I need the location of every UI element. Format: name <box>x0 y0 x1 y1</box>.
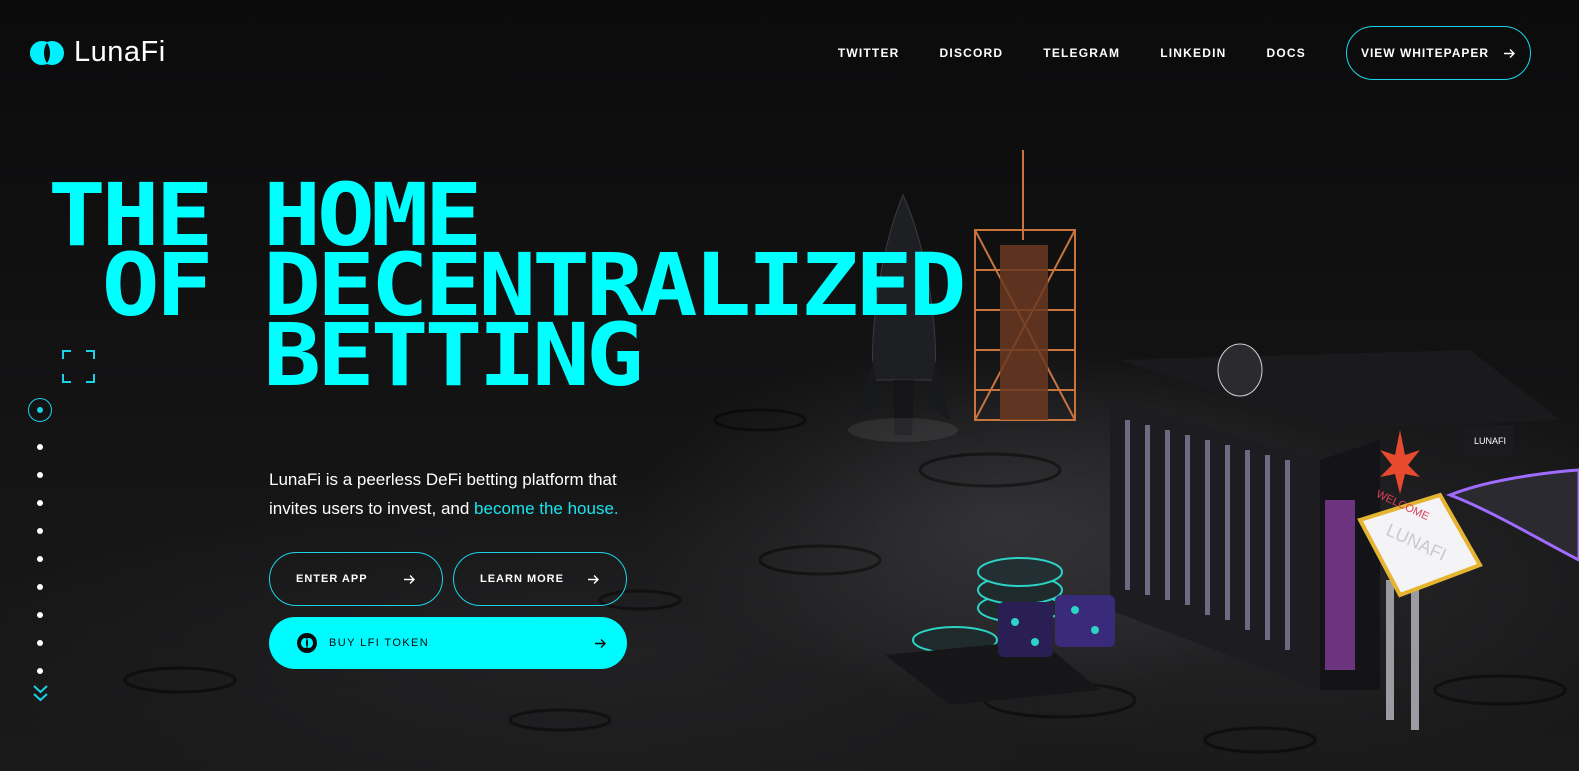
scroll-down-chevron-icon[interactable] <box>33 684 48 703</box>
lfi-token-icon <box>297 633 317 653</box>
enter-app-label: ENTER APP <box>296 573 368 585</box>
buy-lfi-token-label: BUY LFI TOKEN <box>329 637 430 649</box>
enter-app-button[interactable]: ENTER APP <box>269 552 443 606</box>
arrow-right-icon <box>404 574 415 584</box>
learn-more-label: LEARN MORE <box>480 573 564 585</box>
view-whitepaper-button[interactable]: VIEW WHITEPAPER <box>1346 26 1531 80</box>
nav-link-twitter[interactable]: TWITTER <box>838 46 900 60</box>
learn-more-button[interactable]: LEARN MORE <box>453 552 627 606</box>
arrow-right-icon <box>1504 48 1516 58</box>
pager-dot[interactable] <box>37 472 43 478</box>
pager-dot[interactable] <box>37 556 43 562</box>
pager-dot[interactable] <box>37 640 43 646</box>
brand-name: LunaFi <box>74 36 166 68</box>
section-pager <box>28 398 52 674</box>
buy-lfi-token-button[interactable]: BUY LFI TOKEN <box>269 617 627 669</box>
focus-bracket-icon <box>62 350 95 383</box>
hero-title: THE HOME OF DECENTRALIZED BETTING <box>48 172 967 399</box>
svg-text:LUNAFI: LUNAFI <box>1474 436 1506 446</box>
pager-dot[interactable] <box>37 528 43 534</box>
top-navigation: TWITTER DISCORD TELEGRAM LINKEDIN DOCS V… <box>838 26 1531 80</box>
nav-link-linkedin[interactable]: LINKEDIN <box>1160 46 1226 60</box>
view-whitepaper-label: VIEW WHITEPAPER <box>1360 46 1490 60</box>
nav-link-docs[interactable]: DOCS <box>1267 46 1306 60</box>
pager-dot[interactable] <box>37 444 43 450</box>
pager-dot-active[interactable] <box>28 398 52 422</box>
pager-dot[interactable] <box>37 668 43 674</box>
hero-description: LunaFi is a peerless DeFi betting platfo… <box>269 465 649 523</box>
arrow-right-icon <box>588 574 599 584</box>
nav-link-telegram[interactable]: TELEGRAM <box>1043 46 1120 60</box>
brand-logo[interactable]: LunaFi <box>28 36 166 69</box>
pager-dot[interactable] <box>37 500 43 506</box>
hero-description-highlight: become the house. <box>474 499 619 518</box>
nav-link-discord[interactable]: DISCORD <box>940 46 1004 60</box>
pager-dot[interactable] <box>37 612 43 618</box>
lunafi-logo-icon <box>28 38 66 68</box>
pager-dot[interactable] <box>37 584 43 590</box>
arrow-right-icon <box>595 638 606 648</box>
